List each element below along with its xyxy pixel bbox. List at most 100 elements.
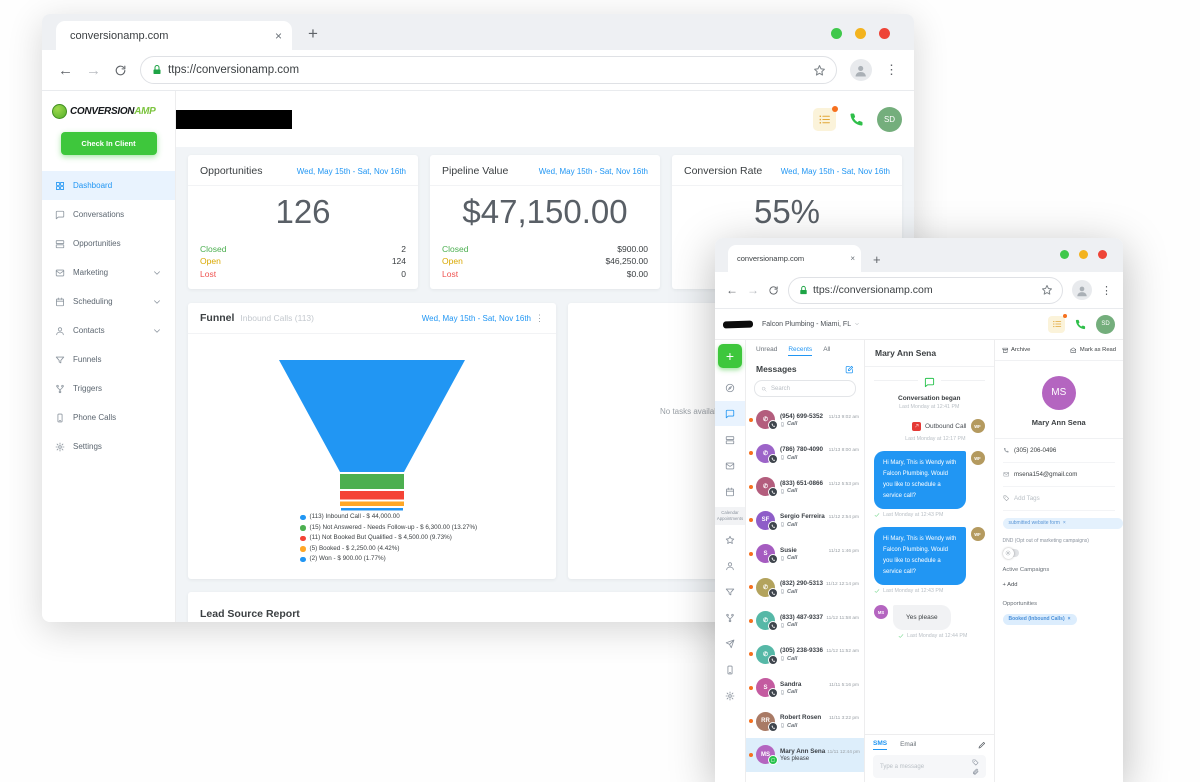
browser-menu-icon[interactable]: ⋮ [1101,284,1112,297]
rail-item-triggers[interactable] [715,605,745,630]
chat-messages[interactable]: Conversation began Last Monday at 12:41 … [865,367,994,734]
rail-item-funnels[interactable] [715,579,745,604]
traffic-light-yellow[interactable] [1079,250,1088,259]
tab-email[interactable]: Email [900,741,916,750]
traffic-light-green[interactable] [831,28,842,39]
rail-item-campaigns[interactable] [715,631,745,656]
location-selector[interactable]: Falcon Plumbing - Miami, FL [762,321,860,328]
date-range-link[interactable]: Wed, May 15th - Sat, Nov 16th [539,167,648,176]
calendar-appointments-label: Calendar Appointments [715,507,745,526]
rail-item-reviews[interactable] [715,527,745,552]
forward-button[interactable]: → [86,63,101,78]
forward-button[interactable]: → [747,284,759,296]
browser-profile-avatar[interactable] [1072,280,1092,300]
back-button[interactable]: ← [58,63,73,78]
traffic-light-red[interactable] [1098,250,1107,259]
sidebar-item-opportunities[interactable]: Opportunities [42,229,175,258]
tab-all[interactable]: All [823,346,830,356]
rail-item-marketing[interactable] [715,453,745,478]
reload-button[interactable] [114,64,127,77]
back-button[interactable]: ← [726,284,738,296]
browser-tab[interactable]: conversionamp.com × [56,21,292,50]
add-new-button[interactable]: + [718,344,742,368]
browser-tab[interactable]: conversionamp.com × [728,245,861,272]
tab-close-icon[interactable]: × [850,254,855,263]
message-input[interactable]: Type a message [873,755,986,778]
browser-menu-icon[interactable]: ⋮ [885,62,898,78]
traffic-light-red[interactable] [879,28,890,39]
list-item[interactable]: SF Sergio Ferreira 11/12 2:54 pm Call [746,504,864,538]
rail-item-opportunities[interactable] [715,427,745,452]
new-tab-button[interactable]: + [308,24,318,44]
list-item[interactable]: ✆ (833) 651-0866 11/12 5:53 pm Call [746,470,864,504]
pencil-icon[interactable] [978,741,986,749]
phone-icon[interactable] [848,111,865,128]
phone-icon[interactable] [1074,318,1087,331]
url-bar[interactable]: ttps://conversionamp.com [788,276,1063,304]
mark-as-read-button[interactable]: Mark as Read [1070,347,1116,354]
traffic-light-yellow[interactable] [855,28,866,39]
closed-label: Closed [442,243,469,254]
sidebar-item-conversations[interactable]: Conversations [42,200,175,229]
tasks-list-icon [1052,319,1062,329]
list-item[interactable]: ✆ (305) 238-9336 11/12 11:52 am Call [746,638,864,672]
call-icon [780,689,785,695]
tab-unread[interactable]: Unread [756,346,777,356]
tag-chip[interactable]: submitted website form × [1002,517,1123,529]
add-tags-field[interactable]: Add Tags [1002,487,1115,511]
sidebar-item-marketing[interactable]: Marketing [42,258,175,287]
sidebar-item-contacts[interactable]: Contacts [42,316,175,345]
sidebar-item-phone-calls[interactable]: Phone Calls [42,403,175,432]
rail-item-dashboard[interactable] [715,375,745,400]
add-campaign-button[interactable]: + Add [1003,582,1018,588]
list-item[interactable]: RR Robert Rosen 11/11 3:22 pm Call [746,705,864,739]
list-item-selected[interactable]: MS Mary Ann Sena 11/11 12:44 pm Yes pleas… [746,738,864,772]
list-item[interactable]: ✆ (833) 487-9337 11/12 11:58 am Call [746,604,864,638]
kebab-menu-icon[interactable]: ⋮ [535,313,544,324]
url-bar[interactable]: ttps://conversionamp.com [140,56,837,84]
tag-icon[interactable] [972,759,979,766]
attachment-icon[interactable] [972,768,979,775]
rail-item-settings[interactable] [715,683,745,708]
tasks-button[interactable] [1048,313,1067,333]
sidebar-item-settings[interactable]: Settings [42,432,175,461]
search-input[interactable]: Search [754,380,856,397]
bookmark-star-icon[interactable] [1041,284,1053,296]
tab-sms[interactable]: SMS [873,740,888,750]
compose-icon[interactable] [845,365,854,374]
remove-opportunity-icon[interactable]: × [1068,616,1071,622]
reload-button[interactable] [768,285,779,296]
browser-profile-avatar[interactable] [850,59,872,81]
date-range-link[interactable]: Wed, May 15th - Sat, Nov 16th [422,314,531,323]
remove-tag-icon[interactable]: × [1063,520,1066,526]
sidebar-item-triggers[interactable]: Triggers [42,374,175,403]
rail-item-phone-calls[interactable] [715,657,745,682]
sidebar-item-dashboard[interactable]: Dashboard [42,171,175,200]
contact-phone-field[interactable]: (305) 206-0496 [1002,439,1115,463]
sidebar-item-funnels[interactable]: Funnels [42,345,175,374]
sidebar-item-scheduling[interactable]: Scheduling [42,287,175,316]
list-item[interactable]: ✆ (954) 699-5352 11/13 9:02 am Call [746,403,864,437]
list-item[interactable]: ✆ (832) 290-5313 11/12 12:14 pm Call [746,571,864,605]
tab-recents[interactable]: Recents [788,346,813,356]
list-item[interactable]: ✆ (786) 780-4090 11/13 8:00 am Call [746,437,864,471]
rail-item-scheduling[interactable] [715,479,745,504]
list-item[interactable]: S Sandra 11/11 5:16 pm Call [746,671,864,705]
opportunity-chip[interactable]: Booked (Inbound Calls) × [1002,613,1077,625]
rail-item-contacts[interactable] [715,553,745,578]
user-avatar[interactable]: SD [877,106,902,132]
rail-item-conversations[interactable] [715,401,745,426]
tab-close-icon[interactable]: × [275,29,282,43]
bookmark-star-icon[interactable] [813,64,826,77]
dnd-toggle[interactable] [1002,547,1019,559]
check-in-client-button[interactable]: Check In Client [60,132,157,155]
tasks-button[interactable] [813,105,838,131]
list-item[interactable]: S Susie 11/12 1:46 pm Call [746,537,864,571]
date-range-link[interactable]: Wed, May 15th - Sat, Nov 16th [297,167,406,176]
new-tab-button[interactable]: + [873,252,881,267]
traffic-light-green[interactable] [1060,250,1069,259]
archive-button[interactable]: Archive [1002,347,1030,354]
date-range-link[interactable]: Wed, May 15th - Sat, Nov 16th [781,167,890,176]
contact-email-field[interactable]: msena154@gmail.com [1002,463,1115,487]
user-avatar[interactable]: SD [1096,314,1115,334]
